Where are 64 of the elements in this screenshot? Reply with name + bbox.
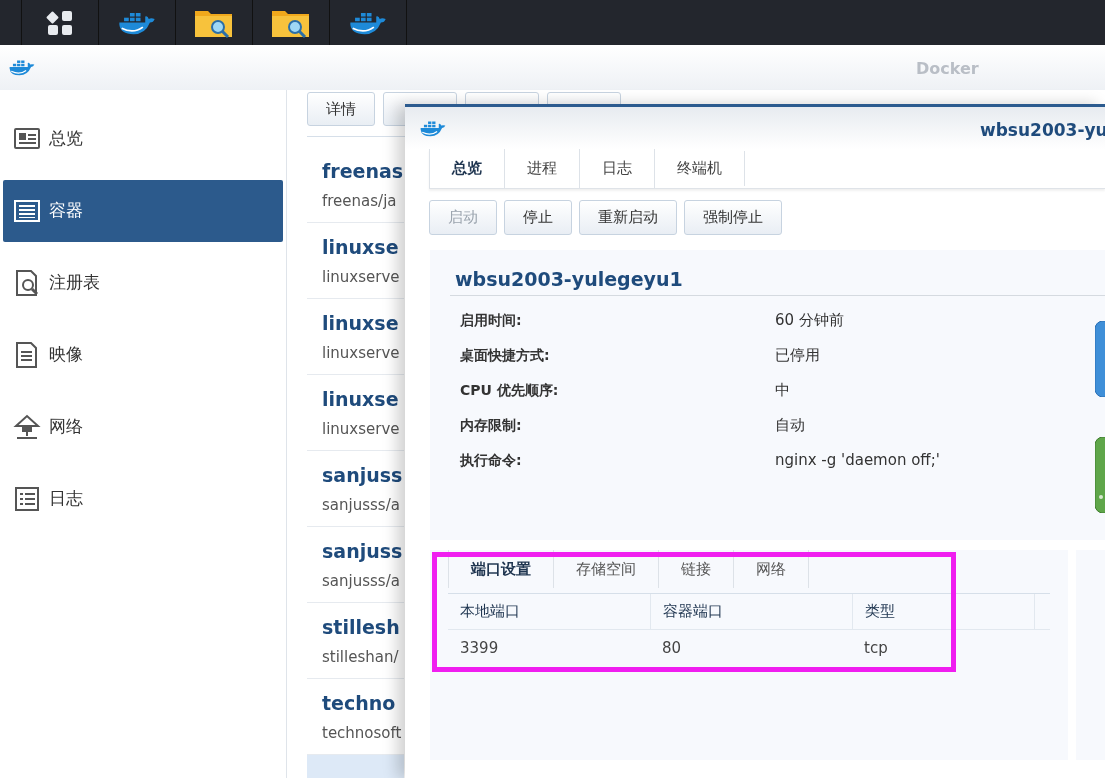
sidebar-item[interactable]: 网络: [3, 396, 283, 458]
apps-grid-icon: [46, 8, 74, 37]
sidebar-item[interactable]: 映像: [3, 324, 283, 386]
field-value: nginx -g 'daemon off;': [775, 450, 940, 472]
tab[interactable]: 日志: [579, 149, 654, 188]
column-header: 本地端口: [459, 601, 521, 623]
tab[interactable]: 进程: [504, 149, 579, 188]
image-name: linuxserve: [322, 342, 400, 364]
tab[interactable]: 终端机: [654, 149, 744, 188]
image-name: sanjusss/a: [322, 494, 400, 516]
tab[interactable]: 存储空间: [553, 550, 658, 588]
field-label: 桌面快捷方式:: [460, 346, 551, 365]
container-name: techno: [322, 691, 396, 716]
image-name: technosoft: [322, 722, 402, 744]
field-value: 60 分钟前: [775, 310, 844, 332]
list-icon: [13, 197, 41, 225]
field-label: CPU 优先顺序:: [460, 381, 560, 400]
image-name: linuxserve: [322, 266, 400, 288]
container-name: stillesh: [322, 615, 400, 640]
sidebar-item[interactable]: 容器: [3, 180, 283, 242]
container-name: linuxse: [322, 311, 399, 336]
image-name: stilleshan/: [322, 646, 399, 668]
tab[interactable]: 总览: [429, 149, 504, 188]
container-name: sanjuss: [322, 539, 403, 564]
table-cell-text: tcp: [863, 637, 889, 659]
container-row[interactable]: linuxse linuxserve: [307, 299, 404, 375]
house-icon: [13, 413, 41, 441]
container-row[interactable]: linuxse linuxserve: [307, 375, 404, 451]
toolbar-button[interactable]: 详情: [307, 92, 375, 126]
action-button[interactable]: 重新启动: [579, 200, 677, 235]
sidebar-item[interactable]: 日志: [3, 468, 283, 530]
field-value: 中: [775, 380, 790, 402]
container-name: linuxse: [322, 235, 399, 260]
container-row[interactable]: linuxse linuxserve: [307, 223, 404, 299]
container-name: freenas: [322, 159, 404, 184]
table-cell-text: 80: [661, 637, 683, 659]
field-value: 自动: [775, 415, 805, 437]
container-row[interactable]: stillesh stilleshan/: [307, 603, 404, 679]
container-row[interactable]: freenas freenas/ja: [307, 147, 404, 223]
list-icon: [13, 485, 41, 513]
container-row[interactable]: sanjuss sanjusss/a: [307, 451, 404, 527]
field-label: 内存限制:: [460, 416, 523, 435]
container-name: wbsu2003-yulegeyu1: [455, 267, 683, 292]
column-header: 容器端口: [650, 594, 852, 629]
sidebar-item[interactable]: 注册表: [3, 252, 283, 314]
container-name: linuxse: [322, 387, 399, 412]
image-name: freenas/ja: [322, 190, 397, 212]
document-search-icon: [13, 269, 41, 297]
app-title: Docker: [916, 58, 979, 80]
field-label: 执行命令:: [460, 451, 523, 470]
container-row[interactable]: sanjuss sanjusss/a: [307, 527, 404, 603]
action-button[interactable]: 强制停止: [684, 200, 782, 235]
action-button[interactable]: 停止: [504, 200, 572, 235]
table-cell-text: 3399: [459, 637, 500, 659]
image-name: sanjusss/a: [322, 570, 400, 592]
sidebar-item[interactable]: 总览: [3, 108, 283, 170]
tab[interactable]: 链接: [658, 550, 733, 588]
field-label: 启用时间:: [460, 311, 523, 330]
tab[interactable]: 网络: [733, 550, 808, 588]
column-header: 类型: [852, 594, 1034, 629]
image-name: linuxserve: [322, 418, 400, 440]
field-value: 已停用: [775, 345, 820, 367]
container-name: sanjuss: [322, 463, 403, 488]
tab[interactable]: 端口设置: [448, 550, 553, 588]
